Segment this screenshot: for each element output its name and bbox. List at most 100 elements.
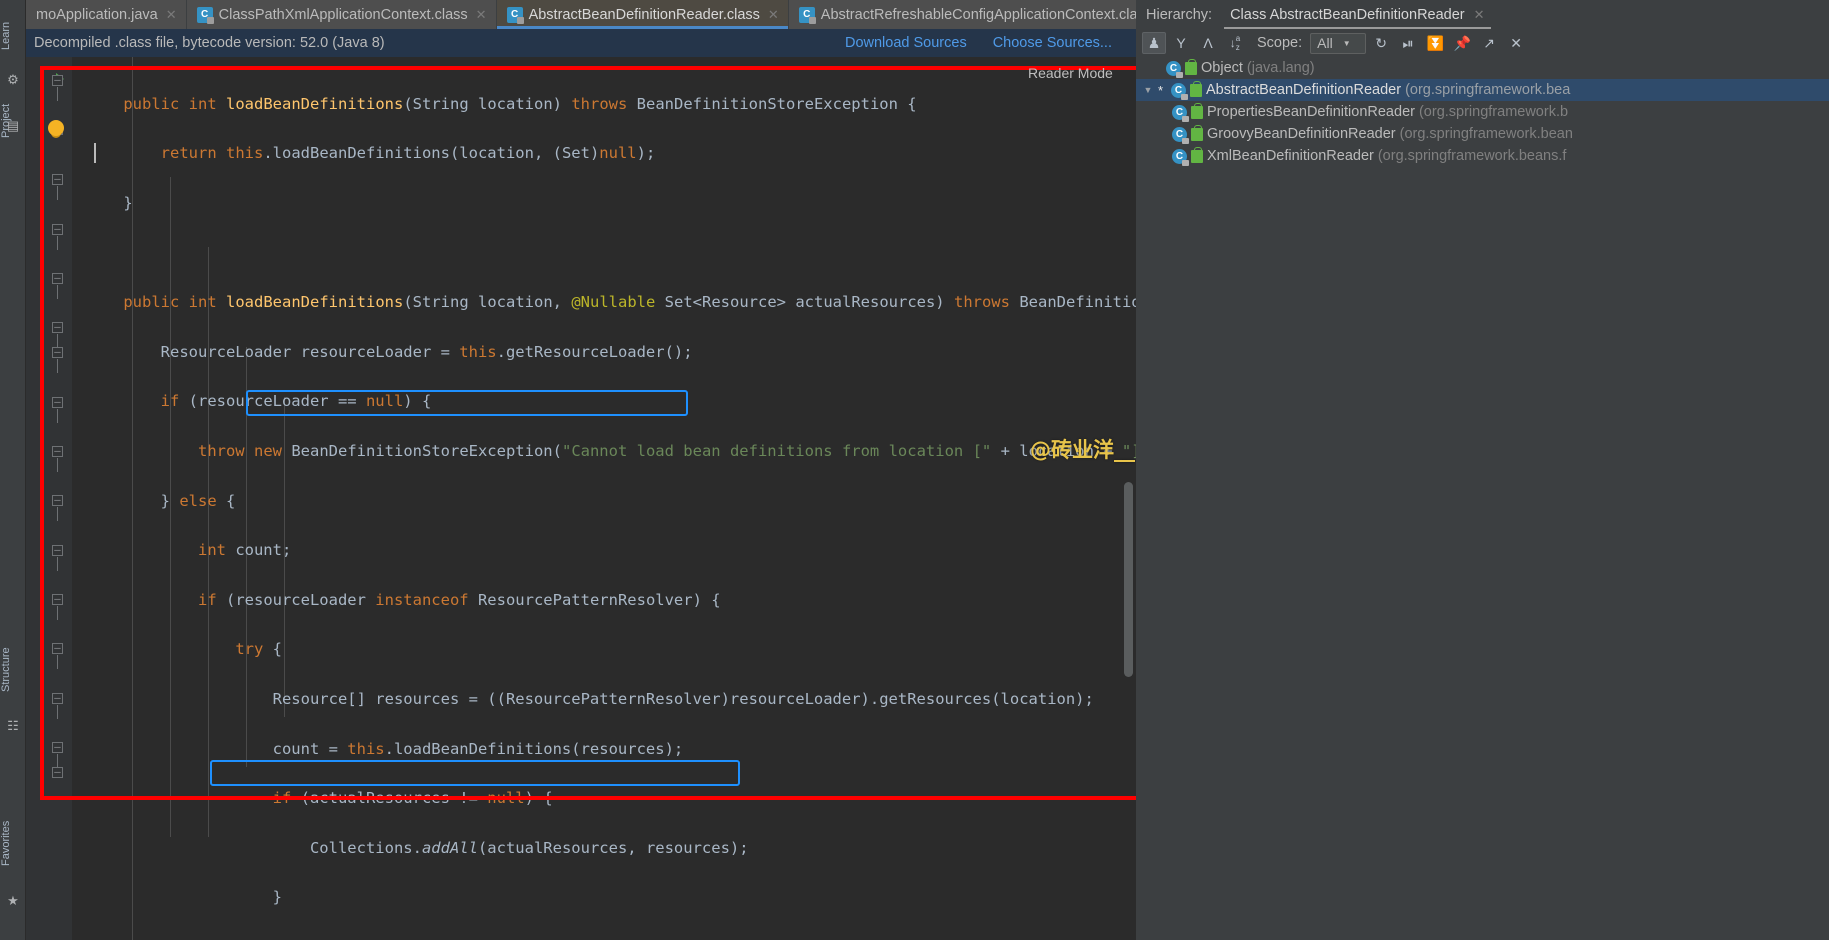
fold-marker[interactable]: ─ (52, 693, 63, 719)
fold-marker[interactable]: ─ (52, 397, 63, 423)
code-line[interactable]: ResourceLoader resourceLoader = this.get… (72, 340, 1136, 365)
download-sources-link[interactable]: Download Sources (845, 35, 967, 51)
fold-marker[interactable]: ─ (52, 742, 63, 768)
code-line[interactable]: count = this.loadBeanDefinitions(resourc… (72, 737, 1136, 762)
pin-icon[interactable]: 📌 (1450, 32, 1474, 54)
class-icon: C (1172, 104, 1189, 122)
fold-marker[interactable]: ─ (52, 273, 63, 299)
code-editor[interactable]: ─ ─ ─ ─ ─ ─ ─ ─ ─ ─ ─ ─ ─ ─ ─ ─ public i… (26, 57, 1136, 940)
code-line[interactable] (72, 241, 1136, 266)
favorites-tool-tab[interactable]: Favorites (0, 800, 26, 886)
subtypes-hierarchy-icon[interactable]: Λ (1196, 32, 1220, 54)
hierarchy-row-propertiesbeandefinitionreader[interactable]: C PropertiesBeanDefinitionReader (org.sp… (1136, 101, 1829, 123)
editor-tab-label: moApplication.java (36, 6, 158, 23)
refresh-icon[interactable]: ↻ (1369, 32, 1393, 54)
fold-marker[interactable]: ─ (52, 643, 63, 669)
structure-tool-tab[interactable]: Structure (0, 630, 26, 710)
scope-dropdown[interactable]: All ▼ (1310, 32, 1367, 54)
hierarchy-tab[interactable]: Class AbstractBeanDefinitionReader ✕ (1222, 0, 1492, 29)
fold-marker[interactable]: ─ (52, 322, 63, 348)
code-line[interactable] (72, 935, 1136, 940)
hierarchy-tab-label: Class AbstractBeanDefinitionReader (1230, 6, 1465, 23)
code-line[interactable]: try { (72, 637, 1136, 662)
hierarchy-row-name: PropertiesBeanDefinitionReader (1207, 104, 1415, 120)
code-line[interactable]: if (resourceLoader == null) { (72, 389, 1136, 414)
fold-marker[interactable]: ─ (52, 767, 63, 778)
close-icon[interactable]: ✕ (1474, 7, 1485, 23)
scope-value: All (1317, 35, 1333, 51)
fold-marker[interactable]: ─ (52, 174, 63, 200)
fold-marker[interactable]: ─ (52, 495, 63, 521)
code-line[interactable]: Resource[] resources = ((ResourcePattern… (72, 687, 1136, 712)
hierarchy-row-name: GroovyBeanDefinitionReader (1207, 126, 1396, 142)
sort-alphabetically-icon[interactable]: ↓ a z (1223, 32, 1247, 54)
code-line[interactable]: Collections.addAll(actualResources, reso… (72, 836, 1136, 861)
lock-icon (1185, 58, 1197, 75)
close-icon[interactable]: ✕ (1504, 32, 1528, 54)
editor-scrollbar[interactable] (1124, 482, 1133, 677)
code-line[interactable]: if (actualResources != null) { (72, 786, 1136, 811)
close-icon[interactable]: ✕ (768, 7, 779, 23)
hierarchy-row-package: (org.springframework.b (1418, 104, 1569, 120)
open-in-new-window-icon[interactable]: ↗ (1477, 32, 1501, 54)
editor-tab-abstractbeandefinitionreader[interactable]: C AbstractBeanDefinitionReader.class ✕ (496, 0, 789, 29)
choose-sources-link[interactable]: Choose Sources... (993, 35, 1112, 51)
current-class-marker: * (1158, 82, 1164, 98)
hierarchy-row-package: (java.lang) (1246, 60, 1315, 76)
code-line[interactable]: public int loadBeanDefinitions(String lo… (72, 92, 1136, 117)
collapse-all-icon[interactable]: ⏬ (1423, 32, 1447, 54)
hierarchy-toolbar: ♟ Υ Λ ↓ a z Scope: All ▼ ↻ ⏯ ⏬ 📌 ↗ ✕ (1136, 29, 1829, 57)
chevron-down-icon: ▼ (1342, 38, 1351, 48)
project-icon[interactable]: ▤ (5, 118, 21, 134)
editor-tab-abstractrefreshableconfigapplicationcontext[interactable]: C AbstractRefreshableConfigApplicationCo… (788, 0, 1136, 29)
lock-icon (1191, 124, 1203, 141)
code-content[interactable]: public int loadBeanDefinitions(String lo… (72, 57, 1136, 940)
favorites-star-icon[interactable]: ★ (5, 893, 21, 909)
close-icon[interactable]: ✕ (476, 7, 487, 23)
hierarchy-row-abstractbeandefinitionreader[interactable]: ▼ * C AbstractBeanDefinitionReader (org.… (1136, 79, 1829, 101)
editor-tab-demo-application[interactable]: moApplication.java ✕ (26, 0, 187, 29)
notification-message: Decompiled .class file, bytecode version… (34, 35, 385, 51)
code-line[interactable]: public int loadBeanDefinitions(String lo… (72, 290, 1136, 315)
fold-marker[interactable]: ─ (52, 347, 63, 373)
close-icon[interactable]: ✕ (166, 7, 177, 23)
code-line[interactable]: if (resourceLoader instanceof ResourcePa… (72, 588, 1136, 613)
fold-marker[interactable]: ─ (52, 446, 63, 472)
code-line[interactable]: } else { (72, 489, 1136, 514)
chevron-down-icon[interactable]: ▼ (1142, 85, 1154, 95)
decompiled-notification-bar: Decompiled .class file, bytecode version… (26, 29, 1136, 57)
fold-marker[interactable]: ─ (52, 545, 63, 571)
code-line[interactable]: int count; (72, 538, 1136, 563)
class-icon: C (1166, 60, 1183, 78)
structure-icon[interactable]: ☷ (5, 718, 21, 734)
editor-tab-label: AbstractRefreshableConfigApplicationCont… (820, 6, 1136, 23)
hierarchy-panel[interactable]: C Object (java.lang) ▼ * C AbstractBeanD… (1136, 57, 1829, 940)
hierarchy-row-package: (org.springframework.bean (1399, 126, 1573, 142)
editor-gutter[interactable]: ─ ─ ─ ─ ─ ─ ─ ─ ─ ─ ─ ─ ─ ─ ─ ─ (26, 57, 72, 940)
editor-tab-classpathxmlapplicationcontext[interactable]: C ClassPathXmlApplicationContext.class ✕ (186, 0, 497, 29)
hierarchy-tab-bar: Hierarchy: Class AbstractBeanDefinitionR… (1136, 0, 1829, 29)
expand-all-icon[interactable]: ⏯ (1396, 32, 1420, 54)
hierarchy-row-groovybeandefinitionreader[interactable]: C GroovyBeanDefinitionReader (org.spring… (1136, 123, 1829, 145)
text-caret (94, 143, 96, 163)
class-file-icon: C (798, 6, 816, 24)
supertypes-hierarchy-icon[interactable]: Υ (1169, 32, 1193, 54)
editor-tab-label: ClassPathXmlApplicationContext.class (218, 6, 468, 23)
code-line[interactable]: return this.loadBeanDefinitions(location… (72, 141, 1136, 166)
fold-marker[interactable]: ─ (52, 594, 63, 620)
code-line[interactable]: throw new BeanDefinitionStoreException("… (72, 439, 1136, 464)
code-line[interactable]: } (72, 191, 1136, 216)
intention-bulb-icon[interactable] (48, 120, 64, 136)
hierarchy-row-name: XmlBeanDefinitionReader (1207, 148, 1374, 164)
code-line[interactable]: } (72, 885, 1136, 910)
type-hierarchy-icon[interactable]: ♟ (1142, 32, 1166, 54)
left-tool-strip: Learn ⚙ Project ▤ Structure ☷ Favorites … (0, 0, 26, 940)
class-file-icon: C (196, 6, 214, 24)
learn-tool-tab[interactable]: Learn (0, 4, 26, 68)
fold-marker[interactable]: ─ (52, 75, 63, 101)
hierarchy-row-xmlbeandefinitionreader[interactable]: C XmlBeanDefinitionReader (org.springfra… (1136, 145, 1829, 167)
hierarchy-row-object[interactable]: C Object (java.lang) (1136, 57, 1829, 79)
reader-mode-label[interactable]: Reader Mode (1028, 65, 1113, 81)
fold-marker[interactable]: ─ (52, 224, 63, 250)
watermark-text: @砖业洋__ (1030, 438, 1135, 462)
